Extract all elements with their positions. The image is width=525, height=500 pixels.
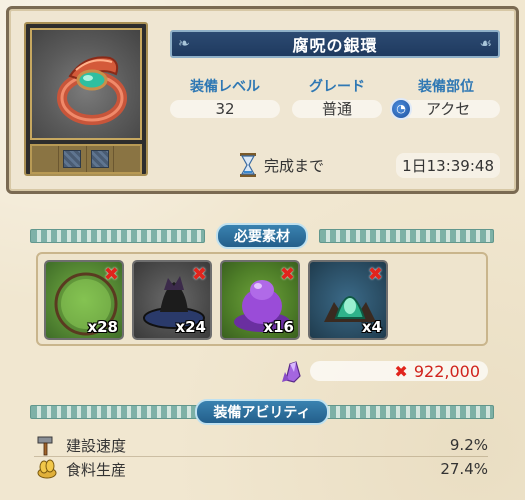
material-slot[interactable]: ✖ x16 bbox=[220, 260, 300, 340]
material-qty: x4 bbox=[361, 318, 382, 336]
gem-slot-row bbox=[30, 144, 142, 174]
stat-value: 普通 bbox=[292, 100, 382, 118]
grain-icon bbox=[37, 459, 57, 479]
missing-mark-icon: ✖ bbox=[103, 264, 119, 285]
ring-icon bbox=[57, 56, 127, 125]
header-ornament bbox=[30, 405, 205, 419]
item-portrait bbox=[30, 28, 142, 140]
stat-equip-level: 装備レベル 32 bbox=[170, 76, 280, 118]
hammer-icon bbox=[37, 436, 53, 456]
missing-mark-icon: ✖ bbox=[191, 264, 207, 285]
material-qty: x24 bbox=[175, 318, 206, 336]
scroll-ornament-icon: ☙ bbox=[479, 36, 492, 52]
cost-row: ✖ 922,000 bbox=[280, 358, 488, 384]
crystal-icon bbox=[282, 361, 301, 383]
materials-panel: ✖ x28 ✖ x24 ✖ x16 ✖ x4 bbox=[36, 252, 488, 346]
material-slot[interactable]: ✖ x24 bbox=[132, 260, 212, 340]
item-title-bar: ❧ 腐呪の銀環 ☙ bbox=[170, 30, 500, 58]
ability-label: 建設速度 bbox=[66, 436, 127, 455]
stat-label: 装備部位 bbox=[418, 79, 474, 95]
material-slot[interactable]: ✖ x4 bbox=[308, 260, 388, 340]
materials-header: 必要素材 bbox=[30, 223, 494, 249]
header-ornament bbox=[319, 229, 494, 243]
ability-row: 食料生産 27.4% bbox=[34, 458, 488, 480]
material-qty: x16 bbox=[263, 318, 294, 336]
completion-time-row: 完成まで 1日13:39:48 bbox=[238, 152, 500, 178]
stat-equip-part: 装備部位 ◔ アクセ bbox=[390, 76, 500, 120]
gem-slot-filled-icon bbox=[90, 150, 109, 168]
stat-value: 32 bbox=[170, 100, 280, 118]
item-name: 腐呪の銀環 bbox=[292, 36, 378, 55]
item-icon-frame[interactable] bbox=[24, 22, 148, 176]
stat-grade: グレード 普通 bbox=[292, 76, 382, 118]
gem-slot[interactable] bbox=[32, 146, 60, 172]
material-qty: x28 bbox=[87, 318, 118, 336]
abilities-header: 装備アビリティ bbox=[30, 399, 494, 425]
ability-label: 食料生産 bbox=[66, 460, 127, 479]
part-text: アクセ bbox=[426, 100, 471, 118]
insufficient-mark-icon: ✖ bbox=[394, 361, 408, 381]
cost-value: 922,000 bbox=[413, 361, 480, 381]
time-remaining: 1日13:39:48 bbox=[396, 152, 500, 178]
header-ornament bbox=[30, 229, 205, 243]
ability-value: 27.4% bbox=[440, 460, 488, 478]
missing-mark-icon: ✖ bbox=[279, 264, 295, 285]
stat-value: ◔ アクセ bbox=[390, 98, 500, 120]
missing-mark-icon: ✖ bbox=[367, 264, 383, 285]
gem-slot[interactable] bbox=[59, 146, 87, 172]
ability-value: 9.2% bbox=[449, 436, 488, 454]
scroll-ornament-icon: ❧ bbox=[178, 36, 190, 52]
hourglass-icon bbox=[240, 153, 256, 177]
cost-bar: ✖ 922,000 bbox=[310, 361, 488, 381]
ability-row: 建設速度 9.2% bbox=[34, 434, 488, 456]
accessory-icon: ◔ bbox=[390, 98, 412, 120]
materials-header-label: 必要素材 bbox=[216, 223, 308, 249]
stat-label: グレード bbox=[309, 79, 365, 95]
gem-slot[interactable] bbox=[113, 146, 140, 172]
header-ornament bbox=[319, 405, 494, 419]
abilities-header-label: 装備アビリティ bbox=[195, 399, 329, 425]
stat-label: 装備レベル bbox=[190, 79, 260, 95]
gem-slot[interactable] bbox=[86, 146, 114, 172]
time-label: 完成まで bbox=[264, 156, 325, 175]
row-divider bbox=[34, 456, 488, 457]
gem-slot-filled-icon bbox=[63, 150, 82, 168]
material-slot[interactable]: ✖ x28 bbox=[44, 260, 124, 340]
